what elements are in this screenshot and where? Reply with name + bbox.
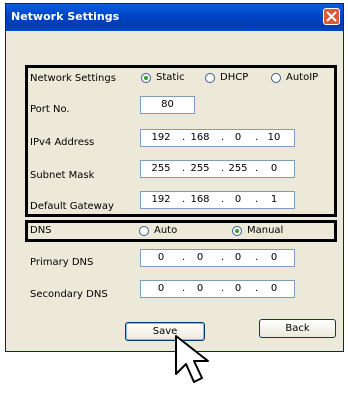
subnet-octet-1[interactable]: 255: [146, 163, 176, 174]
secondary-dns-octet-2[interactable]: 0: [185, 283, 215, 294]
title-bar: Network Settings: [6, 4, 343, 31]
ipv4-octet-1[interactable]: 192: [146, 132, 176, 143]
window-title: Network Settings: [11, 10, 120, 23]
subnet-octet-4[interactable]: 0: [259, 163, 289, 174]
gateway-label: Default Gateway: [30, 201, 114, 212]
subnet-dot: .: [255, 163, 259, 174]
primary-dns-octet-4[interactable]: 0: [259, 252, 289, 263]
close-icon: [326, 11, 337, 22]
gateway-octet-2[interactable]: 168: [185, 194, 215, 205]
port-input[interactable]: 80: [140, 96, 195, 114]
ipv4-octet-4[interactable]: 10: [259, 132, 289, 143]
secondary-dns-input[interactable]: 0 . 0 . 0 . 0: [140, 280, 295, 298]
radio-autoip[interactable]: [271, 73, 281, 83]
secondary-dns-label: Secondary DNS: [30, 289, 108, 300]
radio-dhcp[interactable]: [205, 73, 215, 83]
primary-dns-label: Primary DNS: [30, 257, 94, 268]
close-button[interactable]: [323, 8, 340, 25]
secondary-dns-octet-3[interactable]: 0: [223, 283, 253, 294]
gateway-octet-1[interactable]: 192: [146, 194, 176, 205]
radio-dns-auto[interactable]: [139, 226, 149, 236]
back-button[interactable]: Back: [259, 319, 336, 338]
gateway-octet-4[interactable]: 1: [259, 194, 289, 205]
primary-dns-octet-2[interactable]: 0: [185, 252, 215, 263]
secondary-dns-octet-1[interactable]: 0: [146, 283, 176, 294]
mouse-pointer-icon: [175, 335, 209, 383]
network-settings-window: Network Settings Network Settings Static…: [5, 3, 344, 352]
port-label: Port No.: [30, 104, 70, 115]
primary-dns-dot: .: [255, 252, 259, 263]
radio-dns-auto-label[interactable]: Auto: [154, 225, 177, 236]
ipv4-dot: .: [255, 132, 259, 143]
subnet-octet-2[interactable]: 255: [185, 163, 215, 174]
dns-label: DNS: [30, 225, 52, 236]
ipv4-input[interactable]: 192 . 168 . 0 . 10: [140, 129, 295, 147]
ipv4-octet-2[interactable]: 168: [185, 132, 215, 143]
radio-autoip-label[interactable]: AutoIP: [286, 72, 318, 83]
radio-static-label[interactable]: Static: [156, 72, 185, 83]
secondary-dns-dot: .: [255, 283, 259, 294]
subnet-label: Subnet Mask: [30, 170, 95, 181]
radio-dhcp-label[interactable]: DHCP: [220, 72, 248, 83]
gateway-octet-3[interactable]: 0: [223, 194, 253, 205]
subnet-octet-3[interactable]: 255: [223, 163, 253, 174]
gateway-dot: .: [255, 194, 259, 205]
primary-dns-octet-1[interactable]: 0: [146, 252, 176, 263]
ipv4-octet-3[interactable]: 0: [223, 132, 253, 143]
radio-static[interactable]: [141, 73, 151, 83]
primary-dns-octet-3[interactable]: 0: [223, 252, 253, 263]
secondary-dns-octet-4[interactable]: 0: [259, 283, 289, 294]
ipv4-label: IPv4 Address: [30, 137, 95, 148]
subnet-input[interactable]: 255 . 255 . 255 . 0: [140, 160, 295, 178]
network-settings-label: Network Settings: [30, 73, 116, 84]
gateway-input[interactable]: 192 . 168 . 0 . 1: [140, 191, 295, 209]
primary-dns-input[interactable]: 0 . 0 . 0 . 0: [140, 249, 295, 267]
port-value: 80: [161, 99, 174, 110]
radio-dns-manual-label[interactable]: Manual: [247, 225, 283, 236]
dns-group: [25, 220, 337, 242]
radio-dns-manual[interactable]: [232, 226, 242, 236]
